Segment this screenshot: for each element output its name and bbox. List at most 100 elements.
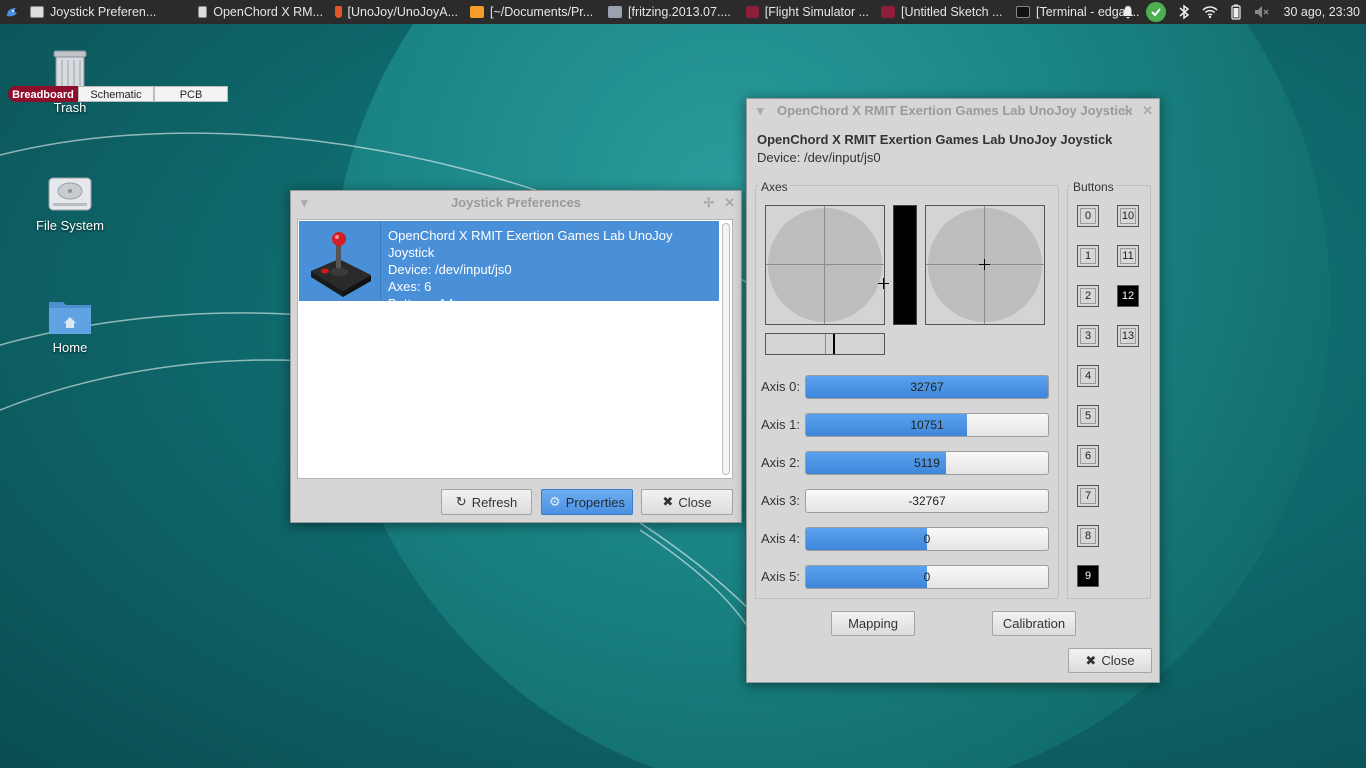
fritzing-icon <box>881 6 895 18</box>
close-button[interactable]: ✖ Close <box>641 489 733 515</box>
joystick-icon <box>299 221 381 301</box>
joystick-button-2: 2 <box>1077 285 1099 307</box>
axis-label: Axis 5: <box>761 569 801 584</box>
close-window-icon[interactable]: ✕ <box>1142 99 1153 123</box>
window-titlebar[interactable]: ▾ OpenChord X RMIT Exertion Games Lab Un… <box>747 99 1159 123</box>
joystick-button-10: 10 <box>1117 205 1139 227</box>
device-heading: OpenChord X RMIT Exertion Games Lab UnoJ… <box>757 132 1113 147</box>
taskbar-item-unojoy-brave[interactable]: [UnoJoy/UnoJoyA... <box>329 0 464 24</box>
window-title: Joystick Preferences <box>450 195 582 210</box>
clock[interactable]: 30 ago, 23:30 <box>1284 5 1360 19</box>
stick-window-icon[interactable]: ✢ <box>1121 99 1132 123</box>
joystick-button-6: 6 <box>1077 445 1099 467</box>
joystick-button-0: 0 <box>1077 205 1099 227</box>
window-title: OpenChord X RMIT Exertion Games Lab UnoJ… <box>777 103 1133 118</box>
axis-label: Axis 4: <box>761 531 801 546</box>
axis-progress-bar: 32767 <box>805 375 1049 399</box>
fritzing-icon <box>746 6 759 18</box>
axis-value: 32767 <box>910 380 944 394</box>
gear-icon: ⚙ <box>549 494 561 509</box>
window-menu-icon[interactable]: ▾ <box>757 99 764 123</box>
joystick-button-13: 13 <box>1117 325 1139 347</box>
axis-value: -32767 <box>908 494 946 508</box>
joystick-button-3: 3 <box>1077 325 1099 347</box>
updates-ok-icon[interactable] <box>1145 2 1166 22</box>
notification-bell-icon[interactable] <box>1120 4 1136 20</box>
taskbar-item-openchord[interactable]: OpenChord X RM... <box>192 0 329 24</box>
properties-button[interactable]: ⚙ Properties <box>541 489 633 515</box>
close-icon: ✖ <box>1085 652 1097 668</box>
desktop-icon-home[interactable]: Home <box>20 296 120 355</box>
axis-value: 0 <box>923 532 931 546</box>
joystick-button-4: 4 <box>1077 365 1099 387</box>
axis-progress-bar: 5119 <box>805 451 1049 475</box>
joystick-button-7: 7 <box>1077 485 1099 507</box>
mapping-button[interactable]: Mapping <box>831 611 915 636</box>
axis-3-marker <box>833 334 835 354</box>
wifi-icon[interactable] <box>1201 4 1218 20</box>
axis-row: Axis 2: 5119 <box>761 451 1051 475</box>
axis-label: Axis 2: <box>761 455 801 470</box>
calibration-button[interactable]: Calibration <box>992 611 1076 636</box>
joystick-list-item[interactable]: OpenChord X RMIT Exertion Games Lab UnoJ… <box>299 221 719 311</box>
tab-schematic[interactable]: Schematic <box>78 86 154 102</box>
whisker-menu-icon[interactable] <box>0 0 24 24</box>
joystick-details: OpenChord X RMIT Exertion Games Lab UnoJ… <box>388 227 719 312</box>
desktop-icon-trash[interactable]: Trash <box>20 48 120 115</box>
axis-row: Axis 5: 0 <box>761 565 1051 589</box>
fritzing-view-tabs: Breadboard Schematic PCB <box>8 86 228 102</box>
joystick-name: OpenChord X RMIT Exertion Games Lab UnoJ… <box>388 228 673 260</box>
joystick-properties-window: ▾ OpenChord X RMIT Exertion Games Lab Un… <box>746 98 1160 683</box>
axis-value: 0 <box>923 570 931 584</box>
axis-progress-bar: 0 <box>805 565 1049 589</box>
axis-label: Axis 3: <box>761 493 801 508</box>
axis-row: Axis 0: 32767 <box>761 375 1051 399</box>
axis-2-vertical-bar <box>893 205 917 325</box>
axis-value: 5119 <box>914 456 940 470</box>
taskbar-item-documents[interactable]: [~/Documents/Pr... <box>464 0 602 24</box>
stick-window-icon[interactable]: ✢ <box>703 191 714 215</box>
joystick-list[interactable]: OpenChord X RMIT Exertion Games Lab UnoJ… <box>297 219 733 479</box>
axis-progress-bar: 10751 <box>805 413 1049 437</box>
axis-row: Axis 4: 0 <box>761 527 1051 551</box>
window-titlebar[interactable]: ▾ Joystick Preferences ✢ ✕ <box>291 191 741 215</box>
taskbar-item-untitled-sketch[interactable]: [Untitled Sketch ... <box>875 0 1010 24</box>
taskbar-item-joystick-preferences[interactable]: Joystick Preferen... <box>24 0 192 24</box>
folder-icon <box>608 6 622 18</box>
window-menu-icon[interactable]: ▾ <box>301 191 308 215</box>
refresh-button[interactable]: ↻ Refresh <box>441 489 532 515</box>
joystick-button-5: 5 <box>1077 405 1099 427</box>
joystick-preferences-window: ▾ Joystick Preferences ✢ ✕ OpenChord X R… <box>290 190 742 523</box>
close-window-icon[interactable]: ✕ <box>724 191 735 215</box>
system-tray: 30 ago, 23:30 <box>1120 0 1366 24</box>
axis-row: Axis 1: 10751 <box>761 413 1051 437</box>
joystick-device-path: Device: /dev/input/js0 <box>388 262 512 277</box>
taskbar-item-flight-simulator[interactable]: [Flight Simulator ... <box>740 0 875 24</box>
axes-label: Axes <box>759 180 790 194</box>
home-folder-icon <box>47 296 93 336</box>
bluetooth-icon[interactable] <box>1176 4 1192 20</box>
tab-breadboard[interactable]: Breadboard <box>8 86 78 102</box>
axis-label: Axis 1: <box>761 417 801 432</box>
joystick-button-8: 8 <box>1077 525 1099 547</box>
joystick-button-1: 1 <box>1077 245 1099 267</box>
hard-drive-icon <box>47 174 93 214</box>
axis-progress-bar: -32767 <box>805 489 1049 513</box>
list-scrollbar[interactable] <box>722 223 730 475</box>
axis-plot-left <box>765 205 885 325</box>
sublime-text-icon <box>470 6 484 18</box>
tab-pcb[interactable]: PCB <box>154 86 228 102</box>
battery-icon[interactable] <box>1228 4 1244 20</box>
refresh-icon: ↻ <box>455 494 467 509</box>
close-button[interactable]: ✖ Close <box>1068 648 1152 673</box>
brave-browser-icon <box>335 6 342 18</box>
desktop-icon-file-system[interactable]: File System <box>20 174 120 233</box>
device-path: Device: /dev/input/js0 <box>757 150 881 165</box>
axis-label: Axis 0: <box>761 379 801 394</box>
volume-muted-icon[interactable] <box>1254 4 1270 20</box>
axis-progress-bar: 0 <box>805 527 1049 551</box>
taskbar-item-fritzing-folder[interactable]: [fritzing.2013.07.... <box>602 0 740 24</box>
top-panel: Joystick Preferen... OpenChord X RM... [… <box>0 0 1366 24</box>
joystick-button-12: 12 <box>1117 285 1139 307</box>
axis-value: 10751 <box>910 418 944 432</box>
